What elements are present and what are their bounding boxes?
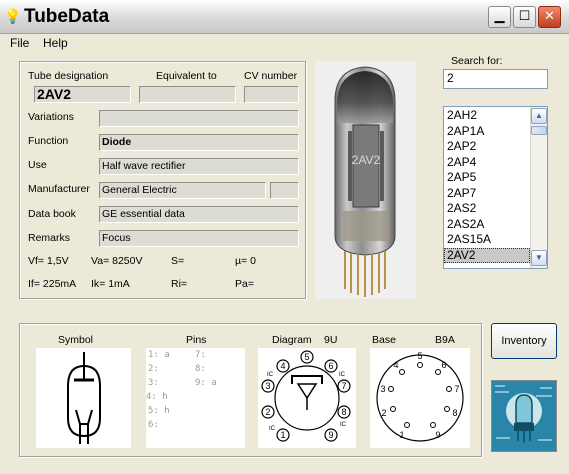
equivalent-field[interactable] xyxy=(139,86,236,103)
variations-label: Variations xyxy=(28,111,74,123)
diagram-pin-2: 2 xyxy=(265,407,270,417)
maximize-icon[interactable]: ☐ xyxy=(513,6,536,28)
list-item[interactable]: 2AS2 xyxy=(444,201,530,217)
symbol-image xyxy=(36,348,131,448)
diagram-code: 9U xyxy=(324,334,338,346)
menu-help[interactable]: Help xyxy=(43,35,68,51)
param-ri: Ri= xyxy=(171,278,188,290)
base-pin-7: 7 xyxy=(454,384,459,394)
pin-9: 9: a xyxy=(195,378,217,388)
diagram-pin-9: 9 xyxy=(328,430,333,440)
param-s: S= xyxy=(171,255,185,267)
pins-label: Pins xyxy=(186,334,207,346)
manufacturer-label: Manufacturer xyxy=(28,183,90,195)
menu-bar xyxy=(0,34,569,52)
list-item[interactable]: 2AS15A xyxy=(444,232,530,248)
pin-2: 2: xyxy=(148,364,159,374)
minimize-icon[interactable]: ▁ xyxy=(488,6,511,28)
databook-field[interactable]: GE essential data xyxy=(99,206,299,223)
base-drawing: 5 6 7 8 9 1 2 3 4 xyxy=(370,348,470,448)
manufacturer-extra-field[interactable] xyxy=(270,182,299,199)
remarks-field[interactable]: Focus xyxy=(99,230,299,247)
base-pin-4: 4 xyxy=(393,360,398,370)
designation-field[interactable]: 2AV2 xyxy=(34,86,131,103)
list-item-selected[interactable]: 2AV2 xyxy=(444,247,530,263)
diode-symbol-icon xyxy=(67,352,101,444)
cv-label: CV number xyxy=(244,70,298,82)
designation-label: Tube designation xyxy=(28,70,109,82)
base-pin-2: 2 xyxy=(381,408,386,418)
param-mu: µ= 0 xyxy=(235,255,256,267)
window-title: TubeData xyxy=(24,6,110,27)
list-item[interactable]: 2AP2 xyxy=(444,139,530,155)
diagram-ic-3: IC xyxy=(339,372,346,378)
diagram-pin-5: 5 xyxy=(304,352,309,362)
base-code: B9A xyxy=(435,334,455,346)
manufacturer-field[interactable]: General Electric xyxy=(99,182,266,199)
bulb-icon: 💡 xyxy=(4,8,22,24)
base-pin-5: 5 xyxy=(417,351,422,361)
pin-7: 7: xyxy=(195,350,206,360)
diagram-ic-1: IC xyxy=(269,426,276,432)
base-label: Base xyxy=(372,334,396,346)
list-item[interactable]: 2AP1A xyxy=(444,124,530,140)
base-pin-1: 1 xyxy=(399,430,404,440)
tube-photo-label: 2AV2 xyxy=(352,153,381,167)
diagram-pin-6: 6 xyxy=(328,361,333,371)
inventory-button[interactable]: Inventory xyxy=(491,323,557,359)
pin-6: 6: xyxy=(148,420,159,430)
base-pin-6: 6 xyxy=(441,360,446,370)
list-item[interactable]: 2AP7 xyxy=(444,186,530,202)
list-scrollbar[interactable]: ▲ ▼ xyxy=(530,107,547,268)
list-item[interactable]: 2AS2A xyxy=(444,217,530,233)
tubedata-logo xyxy=(491,380,557,452)
menu-file[interactable]: File xyxy=(10,35,29,51)
base-pin-9: 9 xyxy=(435,430,440,440)
variations-field[interactable] xyxy=(99,110,299,127)
param-va: Va= 8250V xyxy=(91,255,143,267)
cv-field[interactable] xyxy=(244,86,299,103)
diagram-pin-3: 3 xyxy=(265,381,270,391)
diagram-pin-7: 7 xyxy=(341,381,346,391)
function-label: Function xyxy=(28,135,69,147)
symbol-label: Symbol xyxy=(58,334,94,346)
pin-3: 3: xyxy=(148,378,159,388)
pin-5: 5: h xyxy=(148,406,170,416)
base-pin-3: 3 xyxy=(380,384,385,394)
scroll-thumb[interactable] xyxy=(531,126,547,135)
search-input[interactable]: 2 xyxy=(443,69,548,89)
base-pin-8: 8 xyxy=(452,408,457,418)
pin-4: 4: h xyxy=(146,392,168,402)
tube-photo: 2AV2 xyxy=(315,61,416,299)
connection-diagram: 1 2 3 4 5 6 7 8 9 IC IC IC IC xyxy=(258,348,356,448)
close-icon[interactable]: ✕ xyxy=(538,6,561,28)
list-item[interactable]: 2AH2 xyxy=(444,108,530,124)
pin-8: 8: xyxy=(195,364,206,374)
diagram-ic-4: IC xyxy=(340,422,347,428)
databook-label: Data book xyxy=(28,208,76,220)
remarks-label: Remarks xyxy=(28,232,71,244)
diagram-pin-4: 4 xyxy=(280,361,285,371)
diagram-ic-2: IC xyxy=(267,372,274,378)
use-field[interactable]: Half wave rectifier xyxy=(99,158,299,175)
param-if: If= 225mA xyxy=(28,278,77,290)
list-item[interactable]: 2AP5 xyxy=(444,170,530,186)
param-vf: Vf= 1,5V xyxy=(28,255,69,267)
equivalent-label: Equivalent to xyxy=(156,70,217,82)
scroll-up-icon[interactable]: ▲ xyxy=(531,108,547,124)
pins-box: 1: a 2: 3: 4: h 5: h 6: 7: 8: 9: a xyxy=(146,348,245,448)
list-item[interactable]: 2AP4 xyxy=(444,155,530,171)
use-label: Use xyxy=(28,159,47,171)
param-ik: Ik= 1mA xyxy=(91,278,130,290)
param-pa: Pa= xyxy=(235,278,254,290)
diagram-pin-1: 1 xyxy=(280,430,285,440)
tube-list[interactable]: 2AH2 2AP1A 2AP2 2AP4 2AP5 2AP7 2AS2 2AS2… xyxy=(443,106,548,269)
function-field[interactable]: Diode xyxy=(99,134,299,151)
search-label: Search for: xyxy=(451,55,503,67)
diagram-label: Diagram xyxy=(272,334,312,346)
diagram-pin-8: 8 xyxy=(341,407,346,417)
scroll-down-icon[interactable]: ▼ xyxy=(531,250,547,266)
pin-1: 1: a xyxy=(148,350,170,360)
